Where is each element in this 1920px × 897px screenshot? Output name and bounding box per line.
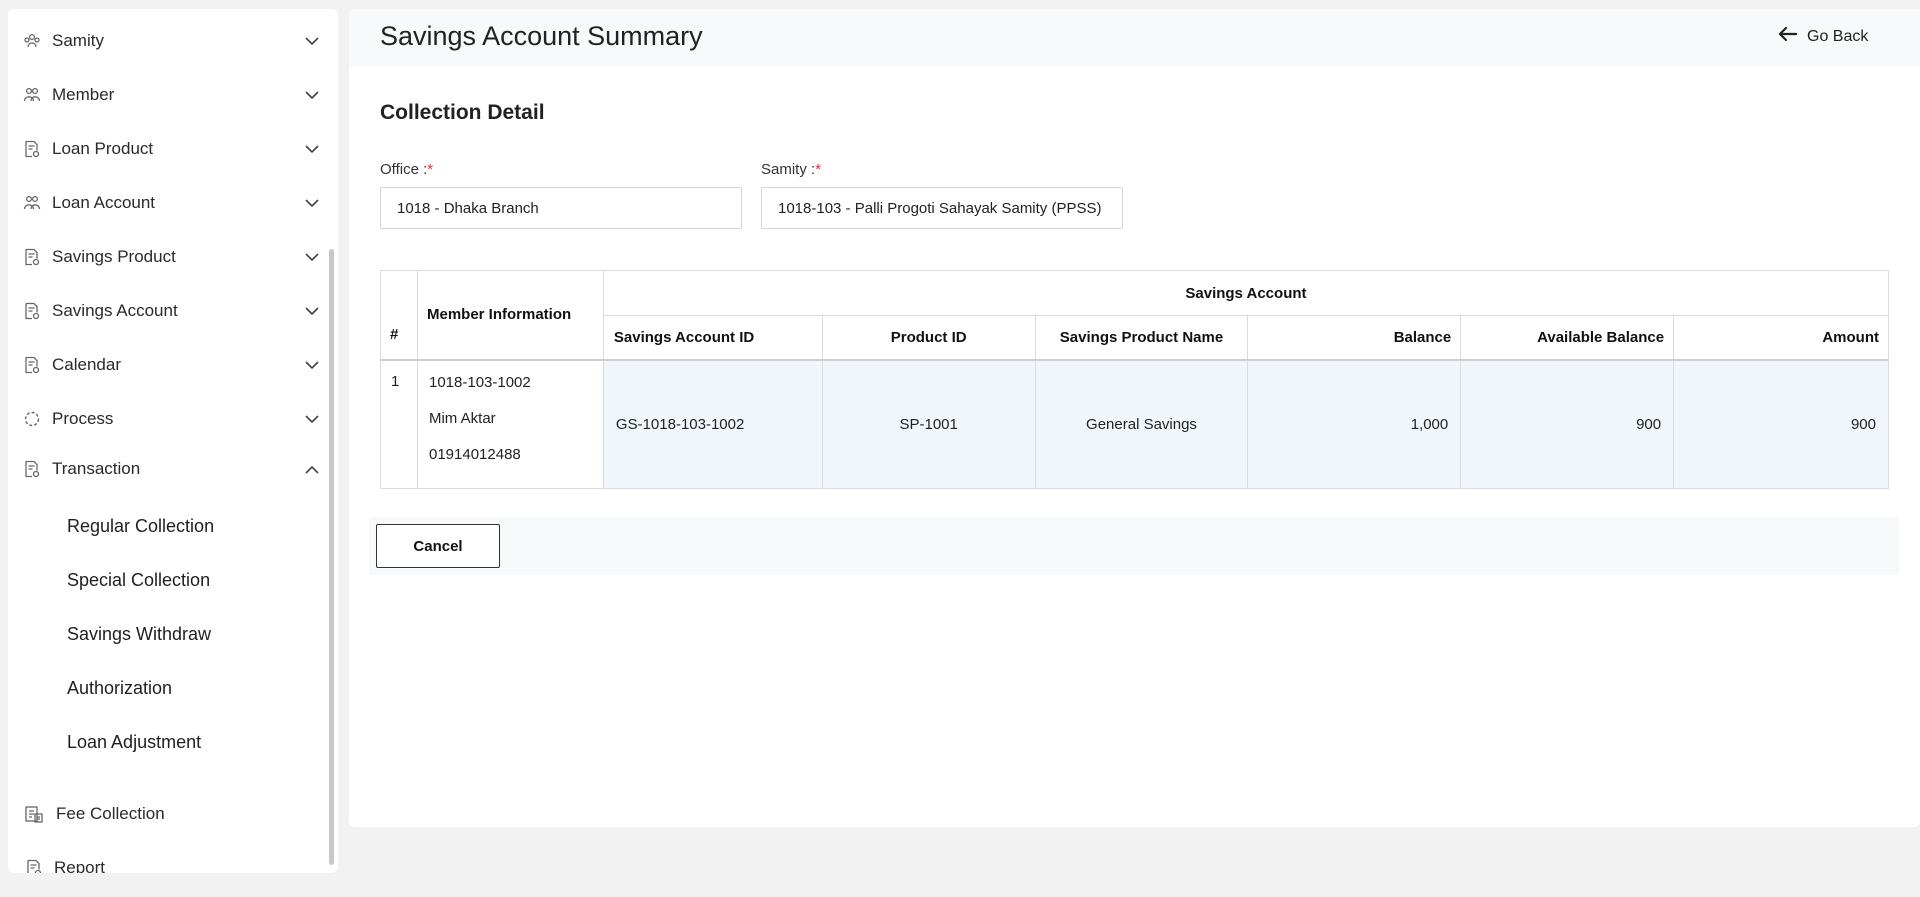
go-back-label: Go Back (1807, 27, 1869, 45)
hash-header: # (380, 270, 418, 360)
member-id: 1018-103-1002 (428, 373, 531, 391)
column-header: Product ID (821, 315, 1036, 360)
column-header: Savings Product Name (1034, 315, 1249, 360)
sidebar-item-label: Savings Account (52, 301, 178, 320)
office-label: Office :* (380, 161, 433, 178)
sidebar-item-process[interactable]: Process (8, 399, 328, 439)
sidebar-item-label: Samity (52, 31, 104, 50)
member-info-header: Member Information (416, 270, 604, 360)
sidebar-item-label: Process (52, 409, 114, 428)
product-id: SP-1001 (821, 359, 1036, 489)
member-info-cell: 1018-103-1002 Mim Aktar 01914012488 (416, 359, 604, 489)
table-row: 1 1018-103-1002 Mim Aktar 01914012488 GS… (380, 359, 1889, 489)
sidebar-item-fee-collection[interactable]: Fee Collection (8, 794, 328, 834)
document-icon (22, 301, 42, 321)
sidebar-item-label: Savings Product (52, 247, 176, 266)
document-icon (22, 355, 42, 375)
sidebar-item-calendar[interactable]: Calendar (8, 345, 328, 385)
section-title: Collection Detail (380, 101, 545, 124)
submenu-authorization[interactable]: Authorization (67, 678, 172, 699)
chevron-down-icon (304, 411, 320, 427)
member-icon (22, 85, 42, 105)
main-panel: Savings Account Summary Go Back Collecti… (349, 9, 1920, 827)
samity-field[interactable] (761, 187, 1123, 229)
cancel-button[interactable]: Cancel (376, 524, 500, 568)
samity-label-text: Samity : (761, 161, 816, 178)
sidebar-scrollbar[interactable] (329, 249, 334, 865)
document-icon (22, 247, 42, 267)
document-icon (22, 139, 42, 159)
arrow-left-icon (1777, 26, 1798, 47)
member-name: Mim Aktar (428, 409, 496, 427)
chevron-down-icon (304, 87, 320, 103)
sidebar-item-label: Report (54, 858, 106, 873)
column-header: Balance (1247, 315, 1462, 360)
chevron-down-icon (304, 249, 320, 265)
chevron-down-icon (304, 33, 320, 49)
sidebar-item-label: Fee Collection (56, 804, 165, 823)
go-back-button[interactable]: Go Back (1777, 26, 1868, 47)
required-mark: * (815, 161, 822, 178)
savings-account-id: GS-1018-103-1002 (602, 359, 823, 489)
row-index: 1 (380, 359, 418, 489)
column-header: Available Balance (1460, 315, 1675, 360)
chevron-down-icon (304, 357, 320, 373)
chevron-down-icon (304, 303, 320, 319)
document-icon (24, 858, 44, 873)
office-field[interactable] (380, 187, 742, 229)
balance: 1,000 (1247, 359, 1462, 489)
submenu-savings-withdraw[interactable]: Savings Withdraw (67, 624, 211, 645)
document-icon (22, 459, 42, 479)
chevron-down-icon (304, 195, 320, 211)
column-header: Amount (1673, 315, 1889, 360)
sidebar-item-savings-account[interactable]: Savings Account (8, 291, 328, 331)
member-icon (22, 193, 42, 213)
page-title: Savings Account Summary (380, 21, 703, 51)
amount: 900 (1673, 359, 1889, 489)
action-bar: Cancel (369, 517, 1899, 575)
chevron-down-icon (304, 141, 320, 157)
sidebar-item-label: Calendar (52, 355, 121, 374)
sidebar-item-samity[interactable]: Samity (8, 21, 328, 61)
sidebar: Samity Member Loan Product Loan Account … (8, 9, 338, 873)
samity-label: Samity :* (761, 161, 821, 178)
product-name: General Savings (1034, 359, 1249, 489)
chevron-up-icon (304, 461, 320, 477)
fee-collection-icon (24, 804, 44, 824)
sidebar-item-transaction[interactable]: Transaction (8, 449, 328, 489)
submenu-loan-adjustment[interactable]: Loan Adjustment (67, 732, 201, 753)
samity-icon (22, 31, 42, 51)
sidebar-item-label: Loan Product (52, 139, 154, 158)
sidebar-item-label: Member (52, 85, 115, 104)
sidebar-item-report[interactable]: Report (8, 848, 328, 873)
submenu-special-collection[interactable]: Special Collection (67, 570, 210, 591)
sidebar-item-loan-product[interactable]: Loan Product (8, 129, 328, 169)
column-header: Savings Account ID (602, 315, 823, 360)
required-mark: * (427, 161, 434, 178)
sidebar-item-label: Transaction (52, 459, 141, 478)
member-phone: 01914012488 (428, 445, 521, 463)
sidebar-item-loan-account[interactable]: Loan Account (8, 183, 328, 223)
sidebar-item-member[interactable]: Member (8, 75, 328, 115)
office-label-text: Office : (380, 161, 428, 178)
savings-account-header: Savings Account (602, 270, 1890, 316)
process-icon (22, 409, 42, 429)
sidebar-item-savings-product[interactable]: Savings Product (8, 237, 328, 277)
page-header: Savings Account Summary Go Back (349, 9, 1920, 66)
submenu-regular-collection[interactable]: Regular Collection (67, 516, 214, 537)
available-balance: 900 (1460, 359, 1675, 489)
savings-table: # Member Information Savings Account Sav… (380, 270, 1890, 489)
sidebar-item-label: Loan Account (52, 193, 156, 212)
